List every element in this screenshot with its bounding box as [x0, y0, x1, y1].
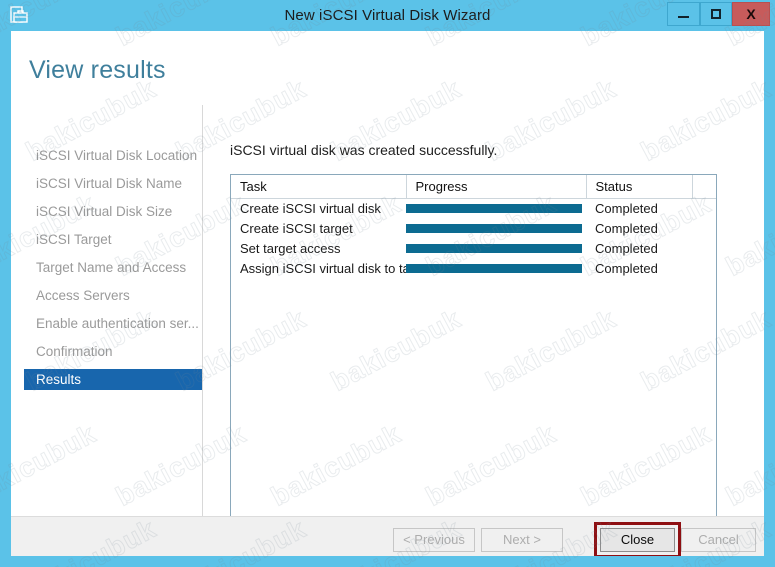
title-bar: New iSCSI Virtual Disk Wizard X — [0, 0, 775, 31]
sidebar-item-label: iSCSI Virtual Disk Name — [36, 176, 182, 191]
cell-task: Create iSCSI virtual disk — [231, 198, 406, 219]
progress-bar — [406, 199, 582, 219]
result-message: iSCSI virtual disk was created successfu… — [230, 142, 497, 158]
progress-bar-fill — [406, 224, 582, 233]
sidebar-item-label: Target Name and Access — [36, 260, 186, 275]
sidebar-item-confirmation[interactable]: Confirmation — [24, 341, 202, 362]
maximize-button[interactable] — [700, 2, 732, 26]
progress-bar-fill — [406, 244, 582, 253]
close-window-button[interactable]: X — [732, 2, 770, 26]
table-row[interactable]: Set target access Completed — [231, 239, 717, 259]
sidebar-item-label: Confirmation — [36, 344, 113, 359]
table-row[interactable]: Create iSCSI target Completed — [231, 219, 717, 239]
sidebar-item-access-servers[interactable]: Access Servers — [24, 285, 202, 306]
cell-status: Completed — [586, 198, 692, 219]
minimize-button[interactable] — [667, 2, 700, 26]
table-row[interactable]: Assign iSCSI virtual disk to target Compl… — [231, 259, 717, 279]
results-table: Task Progress Status Create iSCSI virtua… — [231, 175, 717, 279]
progress-bar-fill — [406, 204, 582, 213]
sidebar-item-label: Enable authentication ser... — [36, 316, 199, 331]
progress-bar — [406, 259, 582, 279]
wizard-window: New iSCSI Virtual Disk Wizard X View res… — [0, 0, 775, 567]
cell-progress — [406, 239, 586, 259]
progress-bar — [406, 219, 582, 239]
column-header-spacer[interactable] — [692, 175, 717, 198]
next-button[interactable]: Next > — [481, 528, 563, 552]
page-title: View results — [29, 56, 166, 85]
table-row[interactable]: Create iSCSI virtual disk Completed — [231, 198, 717, 219]
results-table-body: Create iSCSI virtual diskCompletedCreate… — [231, 198, 717, 279]
cancel-button[interactable]: Cancel — [681, 528, 756, 552]
cell-task: Set target access — [231, 239, 406, 259]
results-table-container: Task Progress Status Create iSCSI virtua… — [230, 174, 717, 527]
main-pane: iSCSI virtual disk was created successfu… — [203, 31, 764, 556]
cell-spacer — [692, 259, 717, 279]
progress-bar-fill — [406, 264, 582, 273]
close-button[interactable]: Close — [600, 528, 675, 552]
column-header-task[interactable]: Task — [231, 175, 406, 198]
window-title: New iSCSI Virtual Disk Wizard — [0, 0, 775, 31]
column-header-status[interactable]: Status — [586, 175, 692, 198]
cell-task: Assign iSCSI virtual disk to target — [231, 259, 406, 279]
client-area: View results iSCSI Virtual Disk Location… — [11, 31, 764, 556]
cell-spacer — [692, 239, 717, 259]
cell-status: Completed — [586, 239, 692, 259]
cell-spacer — [692, 198, 717, 219]
wizard-step-nav: iSCSI Virtual Disk Location iSCSI Virtual… — [11, 109, 202, 519]
cell-status: Completed — [586, 219, 692, 239]
cell-progress — [406, 198, 586, 219]
sidebar-item-label: iSCSI Virtual Disk Size — [36, 204, 172, 219]
column-header-progress[interactable]: Progress — [406, 175, 586, 198]
sidebar-item-label: iSCSI Virtual Disk Location — [36, 148, 197, 163]
sidebar-item-iscsi-virtual-disk-location[interactable]: iSCSI Virtual Disk Location — [24, 145, 202, 166]
results-table-head: Task Progress Status — [231, 175, 717, 198]
sidebar-item-iscsi-virtual-disk-size[interactable]: iSCSI Virtual Disk Size — [24, 201, 202, 222]
sidebar-item-enable-authentication-ser[interactable]: Enable authentication ser... — [24, 313, 202, 334]
cell-task: Create iSCSI target — [231, 219, 406, 239]
cell-status: Completed — [586, 259, 692, 279]
minimize-icon — [678, 16, 689, 18]
sidebar-item-target-name-and-access[interactable]: Target Name and Access — [24, 257, 202, 278]
progress-bar — [406, 239, 582, 259]
sidebar-item-iscsi-virtual-disk-name[interactable]: iSCSI Virtual Disk Name — [24, 173, 202, 194]
sidebar-item-label: Results — [36, 372, 81, 387]
wizard-footer: < Previous Next > Close Cancel — [11, 516, 764, 556]
cell-spacer — [692, 219, 717, 239]
sidebar-item-results[interactable]: Results — [24, 369, 202, 390]
sidebar-item-label: Access Servers — [36, 288, 130, 303]
table-header-row: Task Progress Status — [231, 175, 717, 198]
previous-button[interactable]: < Previous — [393, 528, 475, 552]
maximize-icon — [711, 9, 721, 19]
sidebar-item-iscsi-target[interactable]: iSCSI Target — [24, 229, 202, 250]
sidebar-item-label: iSCSI Target — [36, 232, 112, 247]
cell-progress — [406, 219, 586, 239]
cell-progress — [406, 259, 586, 279]
